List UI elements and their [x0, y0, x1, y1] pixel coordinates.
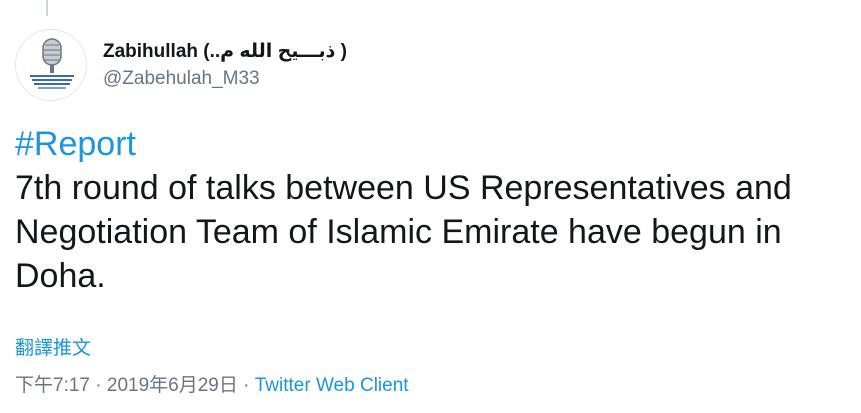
tweet-body: 7th round of talks between US Representa… — [15, 169, 792, 295]
author-names: Zabihullah (..ذبـــیح الله م ) @Zabehula… — [103, 40, 347, 91]
meta-separator: · — [237, 375, 255, 396]
microphone-logo-icon — [30, 38, 74, 89]
translate-tweet-link[interactable]: 翻譯推文 — [15, 333, 91, 360]
meta-separator: · — [89, 375, 107, 396]
tweet-metadata: 下午7:17 · 2019年6月29日 · Twitter Web Client — [15, 370, 409, 397]
tweet-time[interactable]: 下午7:17 — [15, 375, 90, 396]
tweet-text: #Report 7th round of talks between US Re… — [15, 122, 850, 298]
tweet-client-link[interactable]: Twitter Web Client — [255, 375, 409, 396]
tweet-date[interactable]: 2019年6月29日 — [107, 375, 238, 396]
hashtag-link[interactable]: #Report — [15, 122, 850, 166]
thread-connector-line — [46, 0, 48, 16]
author-handle[interactable]: @Zabehulah_M33 — [103, 67, 347, 91]
tweet-header: Zabihullah (..ذبـــیح الله م ) @Zabehula… — [15, 29, 347, 101]
author-display-name[interactable]: Zabihullah (..ذبـــیح الله م ) — [103, 40, 347, 64]
avatar[interactable] — [15, 29, 87, 101]
